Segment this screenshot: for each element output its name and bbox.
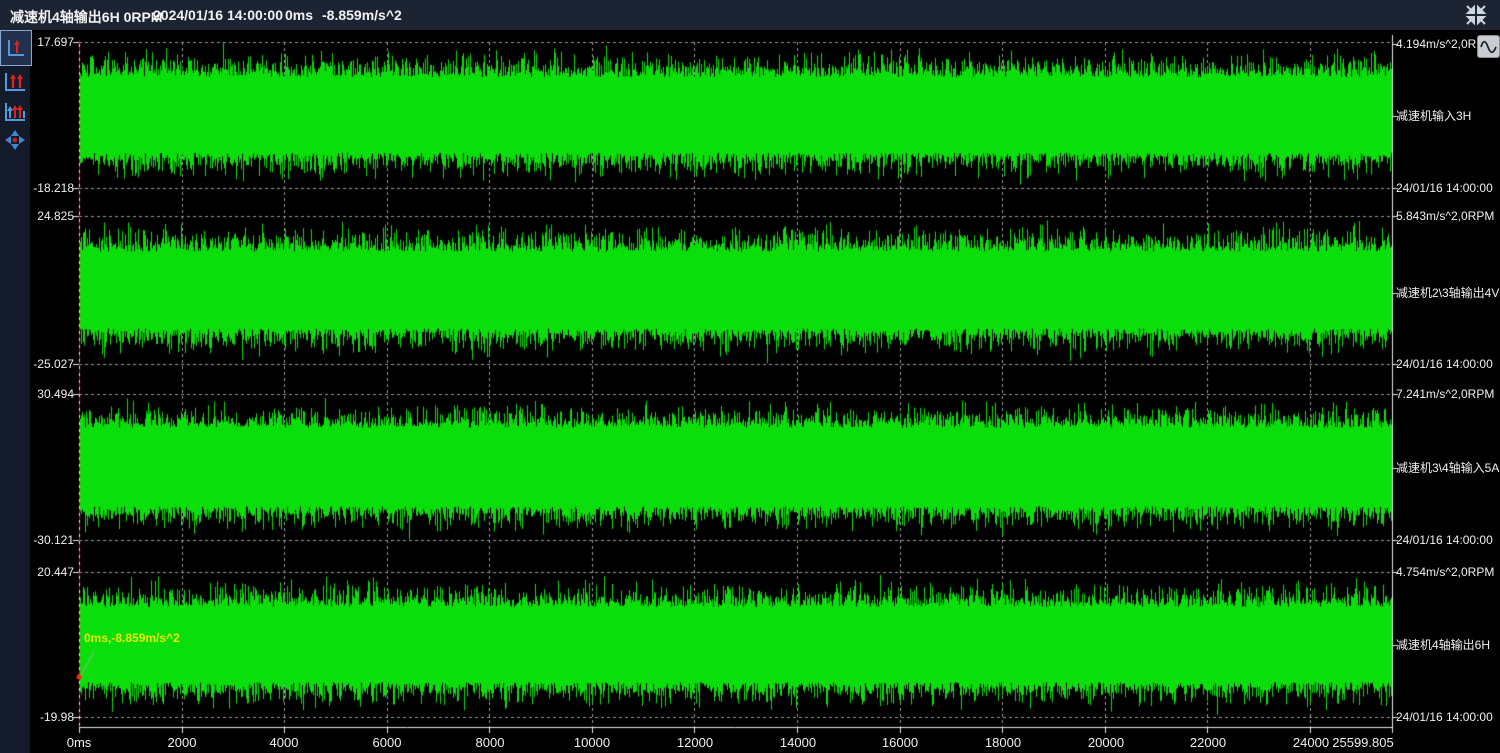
cursor-annotation: 0ms,-8.859m/s^2 [84,631,180,645]
x-tick-10: 20000 [1061,735,1151,750]
cursor-time-readout: 0ms [285,7,313,23]
x-tick-3: 6000 [342,735,432,750]
x-tick-6: 12000 [650,735,740,750]
waveform-view-icon[interactable] [1477,35,1500,58]
y-min-label-ch1: -18.218 [28,180,74,196]
pan-tool-button[interactable] [3,128,27,152]
channel-name-ch4: 减速机4轴输出6H [1396,637,1490,653]
sideband-cursor-tool-button[interactable] [3,100,27,124]
channel-name-ch1: 减速机输入3H [1396,108,1471,124]
harmonic-cursor-icon [3,70,27,94]
value-label-ch2: 5.843m/s^2,0RPM [1396,208,1494,224]
sideband-cursor-icon [3,100,27,124]
y-min-label-ch2: -25.027 [28,356,74,372]
x-tick-5: 10000 [547,735,637,750]
x-tick-8: 16000 [855,735,945,750]
single-cursor-icon [6,38,26,58]
y-max-label-ch1: 17.697 [28,34,74,50]
x-tick-7: 14000 [753,735,843,750]
top-status-bar: 减速机4轴输出6H 0RPM 2024/01/16 14:00:00 0ms -… [0,0,1500,30]
x-tick-end: 25599.805 [1318,735,1408,750]
timestamp-ch3: 24/01/16 14:00:00 [1396,532,1493,548]
timestamp-ch1: 24/01/16 14:00:00 [1396,180,1493,196]
pan-move-icon [3,128,27,152]
x-tick-1: 2000 [137,735,227,750]
x-tick-4: 8000 [445,735,535,750]
x-tick-9: 18000 [958,735,1048,750]
active-channel-title: 减速机4轴输出6H 0RPM [10,7,162,27]
y-max-label-ch4: 20.447 [28,564,74,580]
x-tick-2: 4000 [239,735,329,750]
vibration-analysis-app: 减速机4轴输出6H 0RPM 2024/01/16 14:00:00 0ms -… [0,0,1500,753]
cursor-value-readout: -8.859m/s^2 [322,7,402,23]
y-max-label-ch3: 30.494 [28,386,74,402]
measurement-datetime: 2024/01/16 14:00:00 [153,7,283,23]
timestamp-ch4: 24/01/16 14:00:00 [1396,709,1493,725]
channel-name-ch2: 减速机2\3轴输出4V [1396,285,1499,301]
x-tick-11: 22000 [1163,735,1253,750]
harmonic-cursor-tool-button[interactable] [3,70,27,94]
value-label-ch4: 4.754m/s^2,0RPM [1396,564,1494,580]
tool-sidebar [0,30,30,753]
value-label-ch3: 7.241m/s^2,0RPM [1396,386,1494,402]
channel-name-ch3: 减速机3\4轴输入5A [1396,460,1499,476]
collapse-icon[interactable] [1464,4,1488,26]
y-min-label-ch4: -19.98 [28,709,74,725]
timestamp-ch2: 24/01/16 14:00:00 [1396,356,1493,372]
waveform-plot-area[interactable] [30,30,1500,753]
y-max-label-ch2: 24.825 [28,208,74,224]
x-tick-0: 0ms [34,735,124,750]
y-min-label-ch3: -30.121 [28,532,74,548]
